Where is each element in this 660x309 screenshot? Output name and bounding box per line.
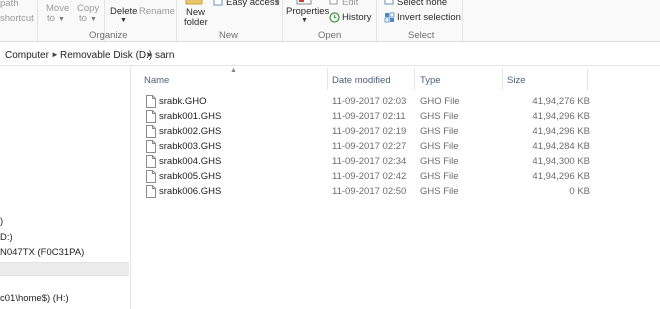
nav-item-home-drive-h[interactable]: c01\home$) (H:)	[0, 293, 69, 304]
file-name: srabk002.GHS	[159, 126, 222, 137]
new-group-label: New	[219, 30, 239, 41]
file-icon	[146, 125, 156, 138]
file-row[interactable]: srabk004.GHS 11-09-2017 02:34 GHS File 41,9…	[140, 154, 590, 169]
breadcrumb-computer[interactable]: Computer	[5, 50, 49, 61]
column-divider[interactable]	[502, 68, 503, 90]
chevron-down-icon: ▼	[120, 17, 127, 24]
chevron-right-icon[interactable]: ►	[146, 50, 154, 59]
sort-ascending-icon: ▲	[230, 67, 237, 74]
nav-selected-highlight	[0, 262, 129, 276]
file-type: GHS File	[420, 141, 459, 152]
file-row[interactable]: srabk.GHO 11-09-2017 02:03 GHO File 41,94,2…	[140, 94, 590, 109]
file-row[interactable]: srabk006.GHS 11-09-2017 02:50 GHS File 0 KB	[140, 184, 590, 199]
file-date-modified: 11-09-2017 02:11	[332, 111, 406, 122]
file-icon	[146, 185, 156, 198]
file-name: srabk005.GHS	[159, 171, 222, 182]
nav-item-drive[interactable]: )	[0, 216, 3, 227]
file-type: GHS File	[420, 171, 459, 182]
history-label: History	[342, 12, 372, 23]
new-folder-label-line2: folder	[184, 17, 208, 28]
breadcrumb-removable-disk[interactable]: Removable Disk (D:)	[60, 50, 152, 61]
file-date-modified: 11-09-2017 02:27	[332, 141, 407, 152]
file-type: GHO File	[420, 96, 460, 107]
paste-shortcut-button[interactable]: shortcut	[0, 13, 34, 24]
file-type: GHS File	[420, 156, 459, 167]
edit-label: Edit	[342, 0, 359, 8]
breadcrumb-sarn[interactable]: sarn	[155, 50, 174, 61]
file-date-modified: 11-09-2017 02:34	[332, 156, 407, 167]
ribbon-separator	[37, 0, 38, 41]
file-row[interactable]: srabk001.GHS 11-09-2017 02:11 GHS File 41,9…	[140, 109, 590, 124]
easy-access-icon	[213, 0, 223, 6]
file-type: GHS File	[420, 126, 459, 137]
chevron-down-icon: ▼	[90, 16, 97, 23]
file-date-modified: 11-09-2017 02:03	[332, 96, 407, 107]
ribbon-separator	[282, 0, 283, 41]
file-size: 41,94,296 KB	[532, 171, 590, 182]
history-icon	[329, 12, 340, 23]
file-row[interactable]: srabk003.GHS 11-09-2017 02:27 GHS File 41,9…	[140, 139, 590, 154]
copy-path-button[interactable]: path	[0, 0, 19, 9]
nav-item-n047tx[interactable]: N047TX (F0C31PA)	[0, 247, 84, 258]
select-group-label: Select	[408, 30, 435, 41]
file-name: srabk.GHO	[159, 96, 207, 107]
copy-to-label-line2: to	[79, 13, 87, 24]
address-bar[interactable]: › Computer ► Removable Disk (D:) ► sarn	[0, 44, 660, 66]
invert-selection-label: Invert selection	[397, 12, 461, 23]
chevron-right-icon[interactable]: ►	[51, 50, 59, 59]
file-date-modified: 11-09-2017 02:19	[332, 126, 407, 137]
move-to-label-line2: to	[47, 13, 55, 24]
file-size: 41,94,284 KB	[532, 141, 590, 152]
folder-icon	[185, 0, 203, 5]
file-icon	[146, 155, 156, 168]
file-icon	[146, 110, 156, 123]
ribbon: path shortcut Move to ▼ Copy to ▼ Delete…	[0, 0, 660, 42]
file-icon	[146, 170, 156, 183]
file-row[interactable]: srabk002.GHS 11-09-2017 02:19 GHS File 41,9…	[140, 124, 590, 139]
column-divider[interactable]	[327, 68, 328, 90]
select-none-icon	[384, 0, 394, 5]
invert-selection-icon	[384, 12, 395, 23]
file-name: srabk006.GHS	[159, 186, 222, 197]
file-icon	[146, 140, 156, 153]
file-date-modified: 11-09-2017 02:50	[332, 186, 407, 197]
nav-item-drive-d[interactable]: D:)	[0, 232, 13, 243]
file-name: srabk004.GHS	[159, 156, 222, 167]
properties-icon	[296, 0, 312, 5]
file-size: 41,94,300 KB	[532, 156, 590, 167]
chevron-down-icon: ▼	[274, 0, 281, 7]
ribbon-separator	[376, 0, 377, 41]
easy-access-label: Easy access	[226, 0, 280, 8]
open-group-label: Open	[318, 30, 342, 41]
column-divider[interactable]	[414, 68, 415, 90]
properties-label: Properties	[286, 6, 330, 17]
ribbon-separator	[176, 0, 177, 41]
file-type: GHS File	[420, 111, 459, 122]
file-size: 41,94,296 KB	[532, 126, 590, 137]
edit-icon	[329, 0, 338, 5]
chevron-down-icon: ▼	[58, 16, 65, 23]
delete-label: Delete	[110, 6, 138, 17]
file-date-modified: 11-09-2017 02:42	[332, 171, 407, 182]
file-row[interactable]: srabk005.GHS 11-09-2017 02:42 GHS File 41,9…	[140, 169, 590, 184]
file-size: 0 KB	[569, 186, 590, 197]
file-size: 41,94,296 KB	[532, 111, 590, 122]
organize-group-label: Organize	[89, 30, 128, 41]
select-none-label: Select none	[397, 0, 448, 8]
file-name: srabk003.GHS	[159, 141, 222, 152]
file-size: 41,94,276 KB	[532, 96, 590, 107]
file-icon	[146, 95, 156, 108]
file-type: GHS File	[420, 186, 459, 197]
column-divider[interactable]	[587, 68, 588, 90]
rename-button[interactable]: Rename	[139, 6, 175, 17]
file-name: srabk001.GHS	[159, 111, 222, 122]
ribbon-separator	[462, 0, 463, 41]
chevron-down-icon: ▼	[301, 17, 308, 24]
